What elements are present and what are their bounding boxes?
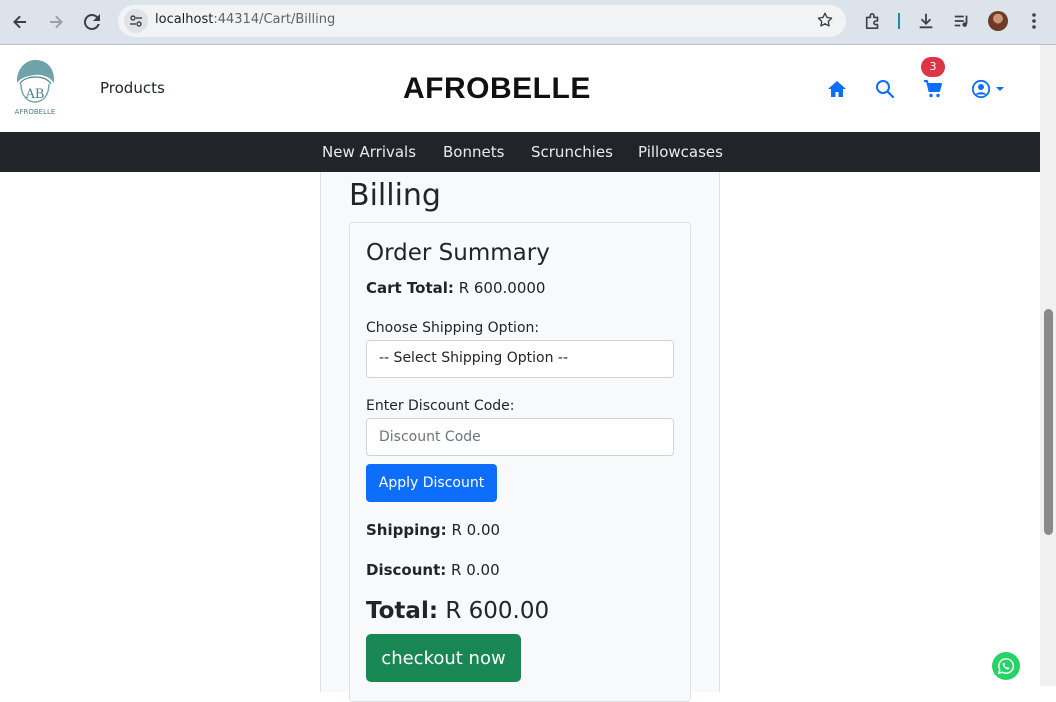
toolbar-separator — [898, 13, 900, 29]
discount-amount-value: R 0.00 — [451, 561, 500, 579]
checkout-now-button[interactable]: checkout now — [366, 634, 521, 682]
order-total-line: Total: R 600.00 — [366, 598, 549, 624]
apply-discount-button[interactable]: Apply Discount — [366, 464, 497, 502]
brand-title[interactable]: AFROBELLE — [403, 72, 591, 106]
site-info-icon[interactable] — [124, 9, 148, 33]
forward-icon[interactable] — [43, 9, 69, 35]
products-link[interactable]: Products — [100, 79, 165, 97]
download-icon[interactable] — [915, 10, 937, 32]
category-pillowcases[interactable]: Pillowcases — [638, 143, 723, 161]
address-bar[interactable]: localhost:44314/Cart/Billing — [118, 5, 846, 37]
order-summary-title: Order Summary — [366, 240, 550, 266]
more-menu-icon[interactable] — [1023, 10, 1045, 32]
extensions-icon[interactable] — [862, 10, 884, 32]
discount-amount-label: Discount: — [366, 561, 447, 579]
shipping-option-select[interactable]: -- Select Shipping Option -- — [366, 340, 674, 378]
category-new-arrivals[interactable]: New Arrivals — [322, 143, 416, 161]
svg-text:AB: AB — [25, 87, 45, 102]
category-bonnets[interactable]: Bonnets — [443, 143, 504, 161]
category-scrunchies[interactable]: Scrunchies — [531, 143, 613, 161]
page-title: Billing — [349, 178, 441, 213]
discount-code-label: Enter Discount Code: — [366, 398, 515, 414]
url-host: localhost — [155, 12, 214, 27]
discount-code-input[interactable] — [366, 418, 674, 456]
shipping-option-selected: -- Select Shipping Option -- — [379, 350, 568, 366]
browser-toolbar: localhost:44314/Cart/Billing — [0, 0, 1056, 45]
url-text: localhost:44314/Cart/Billing — [155, 12, 335, 27]
url-path: :44314/Cart/Billing — [213, 12, 336, 27]
bookmark-star-icon[interactable] — [816, 11, 834, 33]
page-scrollbar-thumb[interactable] — [1044, 309, 1053, 535]
brand-logo[interactable]: AB AFROBELLE — [12, 57, 58, 117]
shipping-value: R 0.00 — [451, 521, 501, 539]
shipping-option-label: Choose Shipping Option: — [366, 320, 540, 336]
media-controls-icon[interactable] — [951, 10, 973, 32]
search-icon[interactable] — [875, 79, 895, 99]
user-account-icon[interactable] — [971, 79, 991, 99]
whatsapp-icon[interactable] — [992, 652, 1020, 680]
reload-icon[interactable] — [79, 9, 105, 35]
total-label: Total: — [366, 598, 439, 624]
cart-count-badge: 3 — [921, 57, 945, 77]
total-value: R 600.00 — [445, 598, 550, 624]
cart-icon[interactable] — [923, 79, 943, 99]
back-icon[interactable] — [7, 9, 33, 35]
shipping-line: Shipping: R 0.00 — [366, 521, 500, 539]
shipping-label: Shipping: — [366, 521, 447, 539]
cart-total-line: Cart Total: R 600.0000 — [366, 279, 545, 297]
cart-total-value: R 600.0000 — [458, 279, 546, 297]
site-header: AB AFROBELLE Products AFROBELLE 3 — [0, 45, 1040, 132]
profile-avatar[interactable] — [988, 11, 1008, 31]
chevron-down-icon[interactable] — [995, 85, 1005, 93]
svg-text:AFROBELLE: AFROBELLE — [15, 108, 56, 116]
cart-total-label: Cart Total: — [366, 279, 454, 297]
category-nav: New Arrivals Bonnets Scrunchies Pillowca… — [0, 132, 1040, 172]
home-icon[interactable] — [827, 79, 847, 99]
discount-line: Discount: R 0.00 — [366, 561, 500, 579]
